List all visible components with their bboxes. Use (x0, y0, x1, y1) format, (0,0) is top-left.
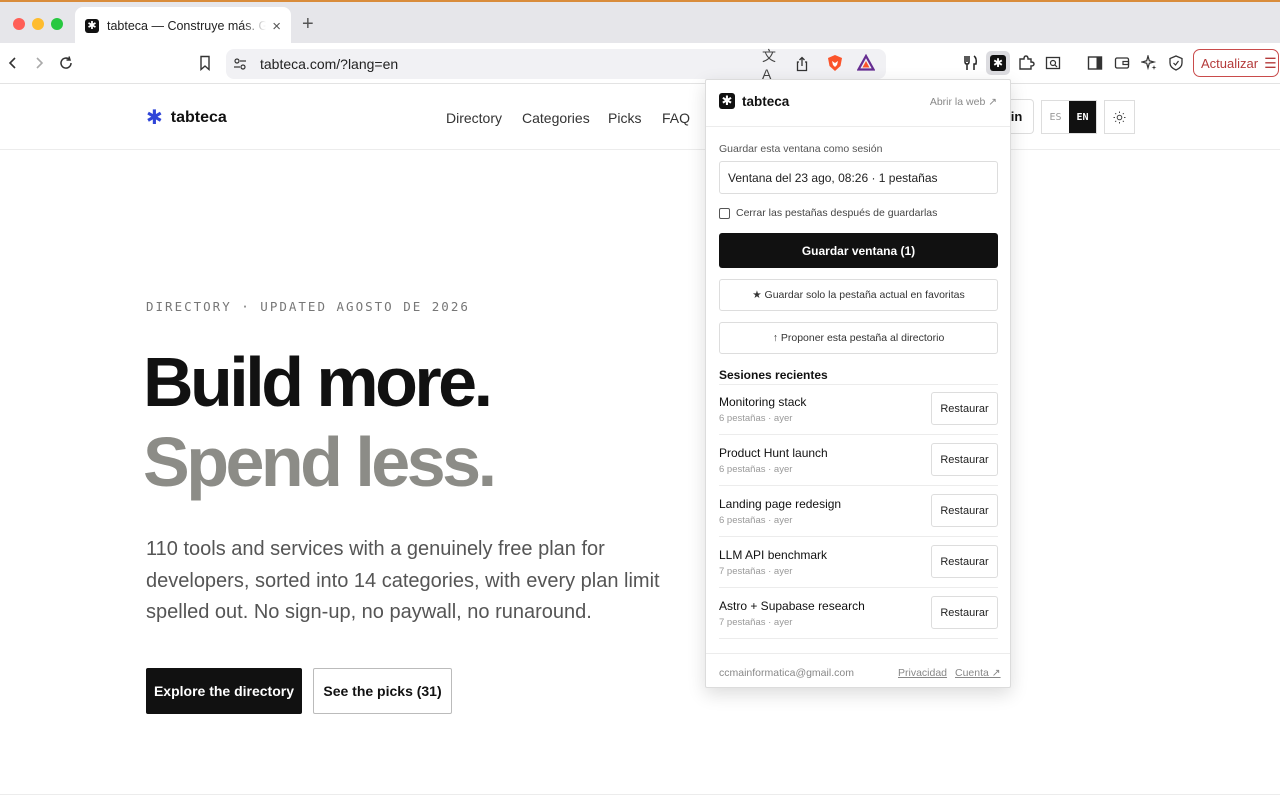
url-text: tabteca.com/?lang=en (260, 56, 399, 72)
lang-es-button[interactable]: ES (1042, 101, 1069, 133)
nav-picks[interactable]: Picks (608, 110, 641, 126)
browser-toolbar: tabteca.com/?lang=en 文A ✱ Actualizar ☰ (0, 43, 1280, 84)
reload-icon (60, 56, 72, 69)
bookmark-icon (200, 55, 210, 71)
tabteca-favicon-icon: ✱ (85, 19, 99, 33)
reload-button[interactable] (54, 51, 78, 75)
sidebar-toggle-icon[interactable] (1083, 51, 1107, 75)
see-picks-button[interactable]: See the picks (31) (313, 668, 452, 714)
session-meta: 6 pestañas · ayer (719, 464, 793, 475)
tabteca-extension-popup: ✱ tabteca Abrir la web ↗ Guardar esta ve… (705, 79, 1011, 688)
session-row: LLM API benchmark 7 pestañas · ayer Rest… (719, 537, 998, 588)
session-name: Landing page redesign (719, 497, 842, 511)
restore-button[interactable]: Restaurar (931, 443, 998, 476)
recent-sessions-title: Sesiones recientes (719, 368, 828, 382)
logo-text: tabteca (170, 109, 227, 126)
popup-header: ✱ tabteca Abrir la web ↗ (706, 80, 1010, 127)
vpn-shield-icon[interactable] (1164, 51, 1188, 75)
chevron-right-icon (36, 57, 44, 69)
close-tabs-label: Cerrar las pestañas después de guardarla… (736, 207, 938, 219)
session-row: Landing page redesign 6 pestañas · ayer … (719, 486, 998, 537)
cutlery-extension-icon[interactable] (959, 51, 983, 75)
divider (0, 794, 1280, 795)
session-name: Product Hunt launch (719, 446, 828, 460)
close-tabs-checkbox[interactable] (719, 207, 730, 219)
save-favorite-tab-button[interactable]: ★ Guardar solo la pestaña actual en favo… (719, 279, 998, 311)
save-session-label: Guardar esta ventana como sesión (719, 143, 883, 155)
brave-shield-icon[interactable] (823, 51, 847, 75)
zoom-window-button[interactable] (51, 18, 63, 30)
address-bar[interactable]: tabteca.com/?lang=en 文A (226, 48, 886, 82)
tabteca-extension-icon[interactable]: ✱ (986, 51, 1010, 75)
account-link[interactable]: Cuenta ↗ (955, 667, 1001, 679)
language-toggle: ES EN (1041, 100, 1097, 134)
brave-rewards-icon[interactable] (854, 51, 878, 75)
tab-title: tabteca — Construye más. Gasta menos. (107, 19, 267, 33)
wallet-icon[interactable] (1110, 51, 1134, 75)
nav-faq[interactable]: FAQ (662, 110, 690, 126)
hero-description: 110 tools and services with a genuinely … (146, 538, 660, 623)
session-row: Monitoring stack 6 pestañas · ayer Resta… (719, 384, 998, 435)
restore-button[interactable]: Restaurar (931, 545, 998, 578)
site-settings-icon[interactable] (230, 54, 250, 74)
session-meta: 6 pestañas · ayer (719, 413, 793, 424)
back-button[interactable] (1, 51, 25, 75)
hero-title-line-1: Build more. (143, 343, 493, 421)
puzzle-extensions-icon[interactable] (1014, 51, 1038, 75)
hero-title-line-2: Spend less. (143, 423, 497, 501)
hero-eyebrow: DIRECTORY · UPDATED AGOSTO DE 2026 (146, 299, 470, 314)
tab-close-icon[interactable]: × (272, 18, 281, 35)
hamburger-menu-icon: ☰ (1264, 54, 1277, 71)
save-window-button[interactable]: Guardar ventana (1) (719, 233, 998, 268)
update-browser-button[interactable]: Actualizar ☰ (1193, 49, 1279, 77)
explore-directory-button[interactable]: Explore the directory (146, 668, 302, 714)
update-label: Actualizar (1201, 55, 1259, 71)
session-row: Product Hunt launch 6 pestañas · ayer Re… (719, 435, 998, 486)
tabteca-logo-icon: ✱ (719, 93, 735, 109)
privacy-link[interactable]: Privacidad (898, 667, 947, 679)
popup-footer: ccmainformatica@gmail.com Privacidad Cue… (706, 653, 1010, 689)
site-logo[interactable]: ✱ tabteca (146, 108, 227, 128)
session-name: Astro + Supabase research (719, 599, 865, 613)
theme-toggle-button[interactable] (1104, 100, 1135, 134)
restore-button[interactable]: Restaurar (931, 494, 998, 527)
session-name: Monitoring stack (719, 395, 807, 409)
site-header: ✱ tabteca Directory Categories Picks FAQ… (0, 84, 1280, 150)
account-email: ccmainformatica@gmail.com (719, 667, 854, 679)
browser-tab-active[interactable]: ✱ tabteca — Construye más. Gasta menos. … (75, 7, 291, 45)
share-icon[interactable] (792, 54, 812, 74)
open-web-link[interactable]: Abrir la web ↗ (930, 96, 997, 108)
nav-directory[interactable]: Directory (446, 110, 502, 126)
minimize-window-button[interactable] (32, 18, 44, 30)
lang-en-button[interactable]: EN (1069, 101, 1096, 133)
session-row: Astro + Supabase research 7 pestañas · a… (719, 588, 998, 639)
session-meta: 6 pestañas · ayer (719, 515, 793, 526)
propose-tab-button[interactable]: ↑ Proponer esta pestaña al directorio (719, 322, 998, 354)
browser-titlebar: ✱ tabteca — Construye más. Gasta menos. … (0, 0, 1280, 45)
bookmark-button[interactable] (193, 51, 217, 75)
sun-icon (1113, 111, 1126, 123)
close-tabs-option[interactable]: Cerrar las pestañas después de guardarla… (719, 207, 937, 219)
restore-button[interactable]: Restaurar (931, 596, 998, 629)
restore-button[interactable]: Restaurar (931, 392, 998, 425)
session-name-input[interactable]: Ventana del 23 ago, 08:26 · 1 pestañas (719, 161, 998, 194)
nav-categories[interactable]: Categories (522, 110, 590, 126)
asterisk-logo-icon: ✱ (146, 107, 163, 129)
screenshot-search-icon[interactable] (1041, 51, 1065, 75)
session-meta: 7 pestañas · ayer (719, 566, 793, 577)
forward-button[interactable] (27, 51, 51, 75)
popup-brand: tabteca (742, 94, 790, 109)
session-name: LLM API benchmark (719, 548, 828, 562)
leo-ai-icon[interactable] (1137, 51, 1161, 75)
translate-icon[interactable]: 文A (762, 48, 782, 82)
chevron-left-icon (8, 57, 16, 69)
session-meta: 7 pestañas · ayer (719, 617, 793, 628)
close-window-button[interactable] (13, 18, 25, 30)
new-tab-button[interactable]: + (302, 13, 314, 36)
